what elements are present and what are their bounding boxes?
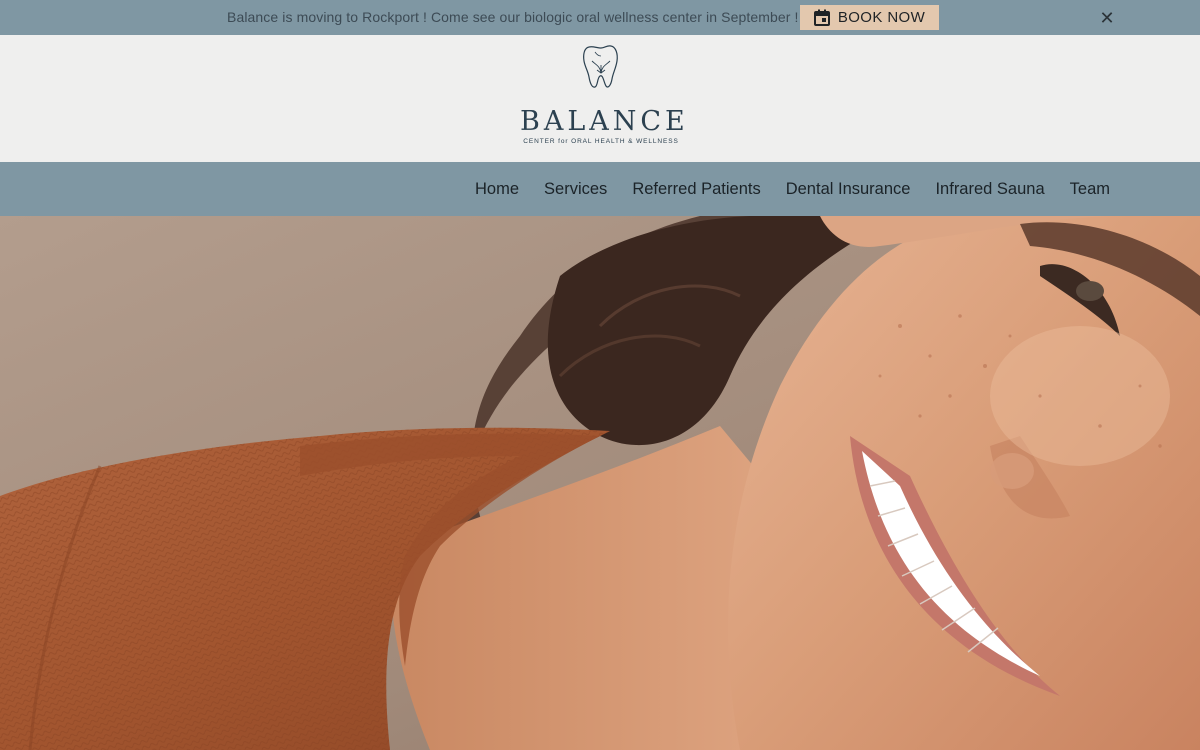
tooth-icon [581, 43, 621, 94]
announcement-bar: Balance is moving to Rockport ! Come see… [0, 0, 1200, 35]
hero-image [0, 216, 1200, 750]
nav-list: Home Services Referred Patients Dental I… [475, 162, 1110, 216]
book-now-button[interactable]: BOOK NOW [800, 5, 939, 30]
nav-item-referred-patients[interactable]: Referred Patients [632, 180, 760, 199]
logo-wordmark: BALANCE [520, 106, 689, 137]
logo-tagline: CENTER for ORAL HEALTH & WELLNESS [523, 138, 679, 145]
book-now-label: BOOK NOW [837, 9, 926, 26]
site-header: BALANCE CENTER for ORAL HEALTH & WELLNES… [0, 35, 1200, 162]
announcement-text: Balance is moving to Rockport ! Come see… [227, 9, 799, 25]
nav-item-home[interactable]: Home [475, 180, 519, 199]
nav-item-team[interactable]: Team [1070, 180, 1110, 199]
site-logo[interactable]: BALANCE CENTER for ORAL HEALTH & WELLNES… [520, 41, 689, 149]
close-icon[interactable]: ✕ [1098, 9, 1116, 27]
nav-item-services[interactable]: Services [544, 180, 607, 199]
calendar-icon [813, 9, 830, 26]
nav-item-dental-insurance[interactable]: Dental Insurance [786, 180, 911, 199]
main-nav: Home Services Referred Patients Dental I… [0, 162, 1200, 216]
nav-item-infrared-sauna[interactable]: Infrared Sauna [935, 180, 1044, 199]
